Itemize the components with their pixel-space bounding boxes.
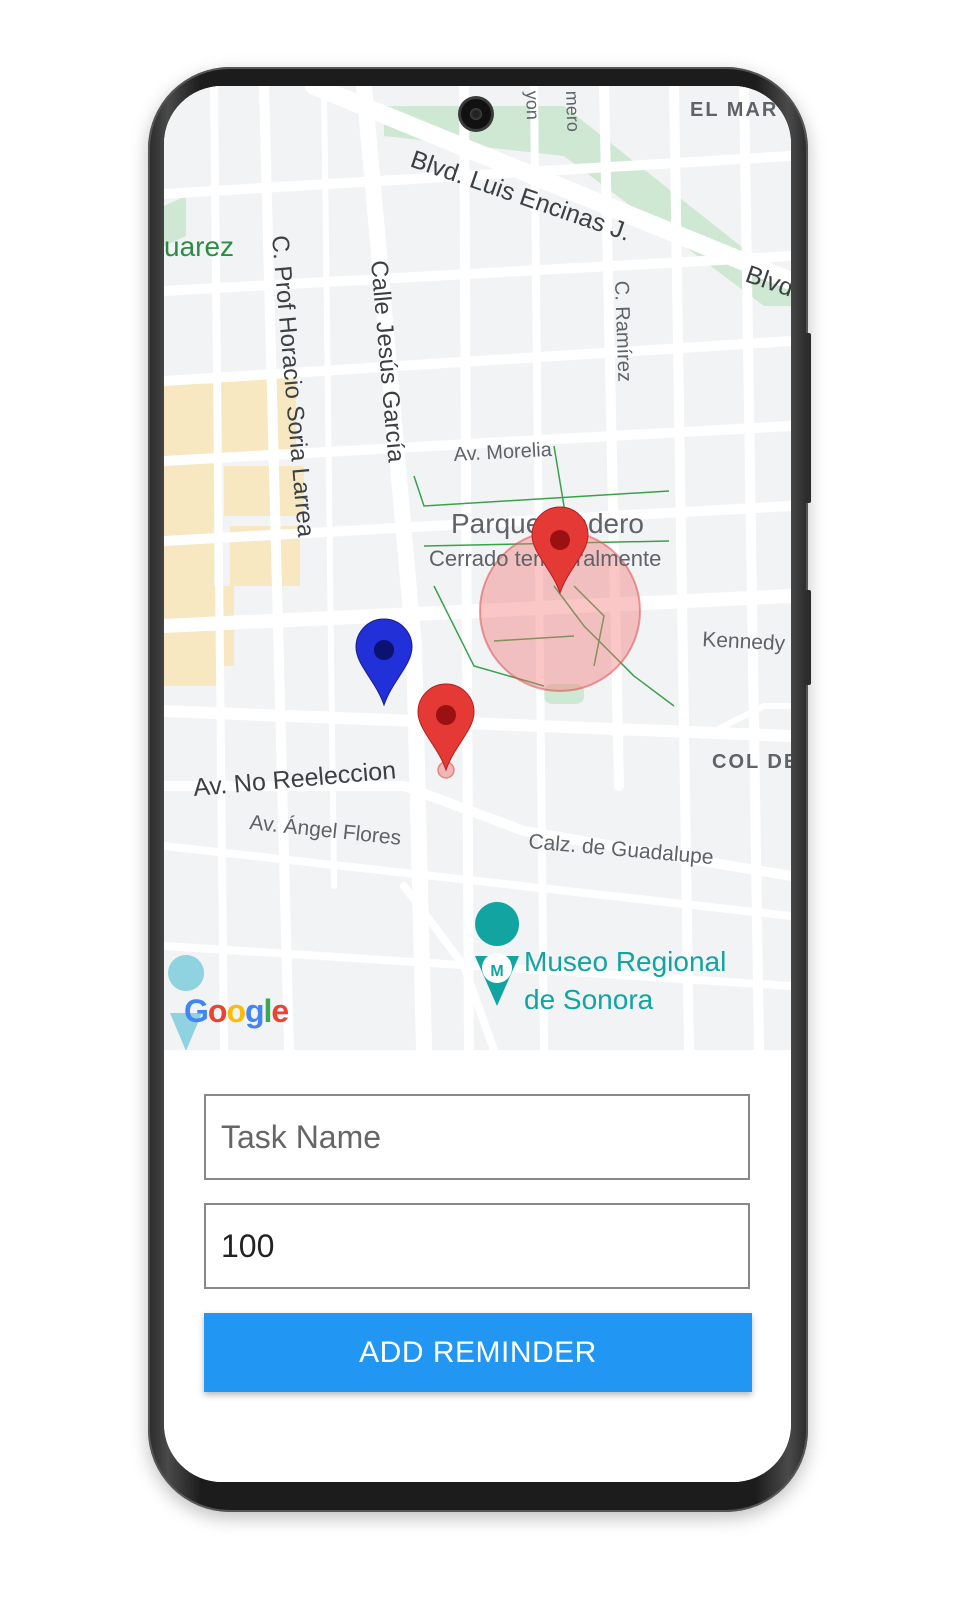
blue-marker[interactable] [355, 618, 413, 707]
label-el-mar: EL MAR [690, 99, 778, 121]
map-view[interactable]: EL MAR Blvd. Luis Encinas J. Blvd uarez … [164, 86, 791, 1050]
svg-text:M: M [490, 963, 503, 980]
label-museo-line1: Museo Regional [524, 946, 726, 977]
front-camera [461, 99, 491, 129]
museum-icon[interactable]: M [475, 902, 520, 1006]
label-museo-line2: de Sonora [524, 984, 654, 1015]
power-button [805, 590, 811, 685]
label-c-ramirez: C. Ramírez [610, 280, 636, 382]
google-attribution[interactable]: Google [184, 993, 289, 1030]
phone-screen: EL MAR Blvd. Luis Encinas J. Blvd uarez … [164, 86, 791, 1482]
label-angel-flores: Av. Ángel Flores [248, 811, 402, 850]
reminder-form: ADD REMINDER [164, 1050, 791, 1482]
label-mero: mero [562, 90, 583, 132]
label-col-de: COL DE [712, 751, 791, 773]
task-name-input[interactable] [204, 1094, 750, 1180]
label-juarez: uarez [164, 231, 234, 262]
label-kennedy: Kennedy [702, 628, 786, 655]
map-canvas[interactable]: EL MAR Blvd. Luis Encinas J. Blvd uarez … [164, 86, 791, 1050]
radius-input[interactable] [204, 1203, 750, 1289]
add-reminder-button[interactable]: ADD REMINDER [204, 1313, 752, 1392]
label-yon: yon [522, 90, 543, 120]
volume-button [805, 333, 811, 503]
